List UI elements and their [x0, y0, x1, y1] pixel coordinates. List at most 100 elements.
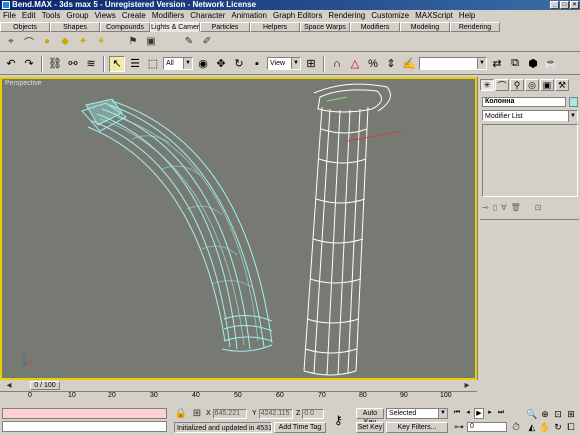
y-coordinate-field[interactable]: 4242.115 — [258, 408, 293, 419]
render-scene-icon[interactable]: ☕ — [543, 56, 559, 72]
tab-objects[interactable]: Objects — [0, 22, 50, 32]
zoom-extents-icon[interactable]: ⊡ — [552, 408, 564, 420]
object-name-field[interactable]: Колонна — [482, 97, 566, 107]
menu-rendering[interactable]: Rendering — [328, 10, 365, 22]
align-icon[interactable]: ⧉ — [507, 56, 523, 72]
menu-views[interactable]: Views — [95, 10, 116, 22]
time-slider[interactable]: 0 / 100 — [30, 381, 60, 390]
close-button[interactable]: × — [570, 1, 579, 9]
display-panel-icon[interactable]: ▣ — [540, 79, 554, 91]
menu-file[interactable]: File — [3, 10, 16, 22]
key-selection-dropdown[interactable]: Selected ▼ — [386, 408, 448, 419]
direct-light-icon[interactable]: ✦ — [76, 35, 90, 49]
maxscript-listener-white[interactable] — [2, 421, 167, 432]
time-configuration-icon[interactable]: ⏱ — [509, 420, 523, 434]
previous-frame-icon[interactable]: ◂ — [463, 408, 473, 419]
go-to-start-icon[interactable]: ⏮ — [452, 408, 462, 419]
go-to-end-icon[interactable]: ⏭ — [496, 408, 506, 419]
select-scale-icon[interactable]: ▪ — [249, 56, 265, 72]
field-of-view-icon[interactable]: ◭ — [526, 421, 538, 433]
play-icon[interactable]: ▶ — [474, 408, 484, 419]
spot-light-icon[interactable]: ◆ — [58, 35, 72, 49]
reference-coordinate-dropdown[interactable]: View ▼ — [267, 57, 301, 70]
select-object-icon[interactable]: ↖ — [109, 55, 125, 72]
tab-shapes[interactable]: Shapes — [50, 22, 100, 32]
key-mode-toggle-icon[interactable]: ⊶ — [452, 420, 466, 434]
tab-lights-cameras[interactable]: Lights & Cameras — [150, 22, 200, 32]
time-slider-track[interactable]: ◂ 0 / 100 ▸ — [0, 380, 580, 391]
hierarchy-panel-icon[interactable]: ⚲ — [510, 79, 524, 91]
arc-rotate-icon[interactable]: ↻ — [552, 421, 564, 433]
track-bar-toggle-icon[interactable]: ◂ — [2, 378, 16, 392]
pin-stack-icon[interactable]: ⊸ — [482, 203, 489, 212]
minimize-button[interactable]: _ — [550, 1, 559, 9]
named-selection-icon[interactable]: ✍ — [401, 56, 417, 72]
menu-customize[interactable]: Customize — [371, 10, 409, 22]
menu-character[interactable]: Character — [190, 10, 225, 22]
tab-compounds[interactable]: Compounds — [100, 22, 150, 32]
select-move-icon[interactable]: ✥ — [213, 56, 229, 72]
menu-maxscript[interactable]: MAXScript — [415, 10, 453, 22]
current-frame-field[interactable]: 0 — [467, 422, 507, 432]
viewport-label[interactable]: Perspective — [5, 80, 42, 87]
object-color-swatch[interactable] — [569, 97, 578, 107]
window-crossing-icon[interactable]: ◉ — [195, 56, 211, 72]
named-selection-dropdown[interactable]: ▼ — [419, 57, 487, 70]
add-time-tag-button[interactable]: Add Time Tag — [274, 422, 326, 433]
target-camera-icon[interactable]: ⌖ — [4, 35, 18, 49]
perspective-viewport[interactable]: Perspective — [0, 77, 477, 380]
redo-icon[interactable]: ↷ — [21, 56, 37, 72]
timeline-ruler[interactable]: 0 10 20 30 40 50 60 70 80 90 100 — [0, 391, 477, 405]
tab-modifiers[interactable]: Modifiers — [350, 22, 400, 32]
set-key-button[interactable]: Set Key — [356, 422, 384, 433]
show-end-result-icon[interactable]: ▯ — [493, 203, 497, 212]
modify-panel-icon[interactable]: ⌒ — [495, 79, 509, 91]
bent-column[interactable] — [81, 98, 273, 352]
create-panel-icon[interactable]: ✳ — [480, 79, 494, 91]
maximize-viewport-icon[interactable]: ⧠ — [565, 421, 577, 433]
material-editor-icon[interactable]: ⬢ — [525, 56, 541, 72]
zoom-all-icon[interactable]: ⊕ — [539, 408, 551, 420]
menu-tools[interactable]: Tools — [42, 10, 61, 22]
unlink-icon[interactable]: ⚯ — [65, 56, 81, 72]
set-key-icon[interactable]: ⚷ — [334, 413, 343, 427]
select-rotate-icon[interactable]: ↻ — [231, 56, 247, 72]
modifier-stack[interactable] — [482, 124, 578, 197]
camera-icon[interactable]: ▣ — [144, 35, 158, 49]
spinner-snap-icon[interactable]: ⇕ — [383, 56, 399, 72]
zoom-extents-all-icon[interactable]: ⊞ — [565, 408, 577, 420]
percent-snap-icon[interactable]: % — [365, 56, 381, 72]
z-coordinate-field[interactable]: 0.0 — [302, 408, 325, 419]
free-spot-icon[interactable]: ✎ — [182, 35, 196, 49]
x-coordinate-field[interactable]: 645.221 — [212, 408, 247, 419]
remove-modifier-icon[interactable]: 🗑 — [511, 203, 521, 212]
time-forward-icon[interactable]: ▸ — [460, 378, 474, 392]
zoom-icon[interactable]: 🔍 — [526, 408, 538, 420]
pivot-point-icon[interactable]: ⊞ — [303, 56, 319, 72]
utilities-panel-icon[interactable]: ⚒ — [555, 79, 569, 91]
selection-filter-dropdown[interactable]: All ▼ — [163, 57, 193, 70]
tab-helpers[interactable]: Helpers — [250, 22, 300, 32]
menu-graph-editors[interactable]: Graph Editors — [273, 10, 322, 22]
modifier-list-dropdown[interactable]: Modifier List ▼ — [482, 110, 578, 122]
straight-column[interactable] — [303, 83, 391, 376]
next-frame-icon[interactable]: ▸ — [485, 408, 495, 419]
menu-group[interactable]: Group — [66, 10, 88, 22]
tab-particles[interactable]: Particles — [200, 22, 250, 32]
bind-space-warp-icon[interactable]: ≋ — [83, 56, 99, 72]
target-spot-icon[interactable]: ⚑ — [126, 35, 140, 49]
select-link-icon[interactable]: ⛓ — [47, 56, 63, 72]
make-unique-icon[interactable]: ∀ — [501, 203, 506, 212]
tab-space-warps[interactable]: Space Warps — [300, 22, 350, 32]
light-lister-icon[interactable]: ✐ — [200, 35, 214, 49]
tab-rendering[interactable]: Rendering — [450, 22, 500, 32]
tab-modeling[interactable]: Modeling — [400, 22, 450, 32]
snap-toggle-icon[interactable]: ∩ — [329, 56, 345, 72]
sunlight-icon[interactable]: ☀ — [94, 35, 108, 49]
undo-icon[interactable]: ↶ — [3, 56, 19, 72]
maxscript-listener-pink[interactable] — [2, 408, 167, 419]
angle-snap-icon[interactable]: △ — [347, 56, 363, 72]
motion-panel-icon[interactable]: ◎ — [525, 79, 539, 91]
menu-create[interactable]: Create — [122, 10, 146, 22]
absolute-mode-icon[interactable]: ⊞ — [190, 406, 204, 420]
